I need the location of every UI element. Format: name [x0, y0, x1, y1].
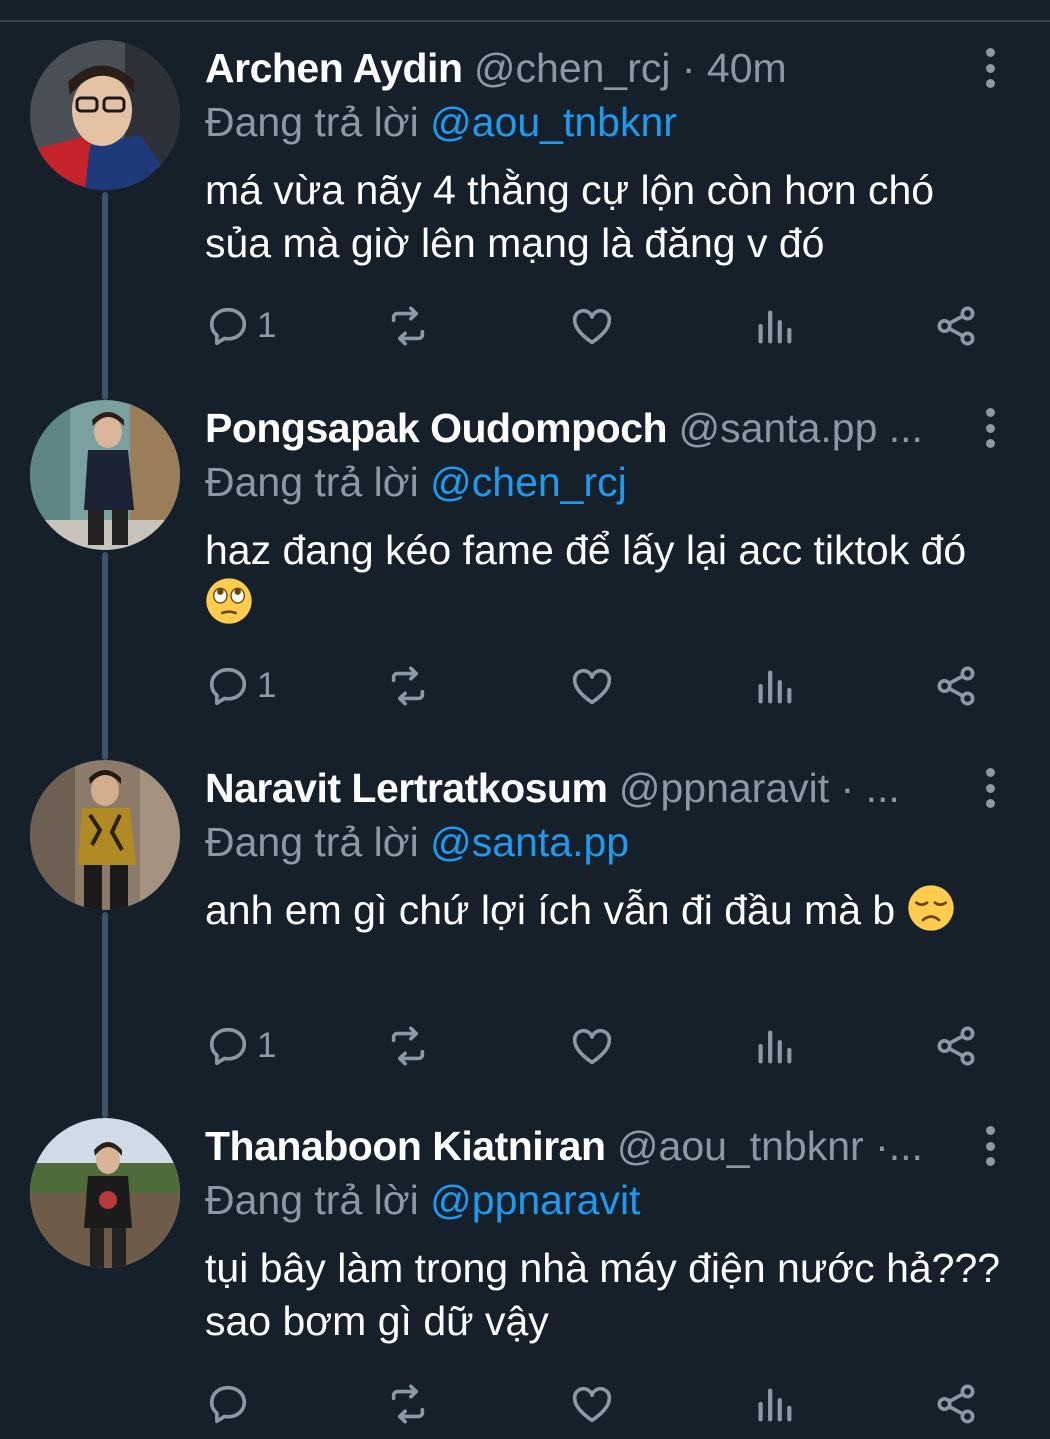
- views-button[interactable]: [751, 658, 797, 714]
- views-button[interactable]: [751, 1018, 797, 1074]
- reply-count: 1: [257, 306, 277, 345]
- like-button[interactable]: [569, 1376, 615, 1432]
- share-icon: [937, 306, 975, 346]
- views-icon: [758, 310, 792, 344]
- replying-to-label: Đang trả lời: [205, 459, 419, 505]
- top-divider: [0, 20, 1050, 22]
- retweet-button[interactable]: [385, 1376, 431, 1432]
- display-name[interactable]: Naravit Lertratkosum: [205, 765, 608, 811]
- share-button[interactable]: [933, 1018, 979, 1074]
- like-button[interactable]: [569, 298, 615, 354]
- more-icon[interactable]: [970, 766, 1010, 810]
- reply-button[interactable]: 1: [205, 298, 276, 354]
- views-button[interactable]: [751, 1376, 797, 1432]
- retweet-icon: [391, 1384, 425, 1424]
- like-icon: [572, 1028, 612, 1065]
- like-icon: [572, 308, 612, 345]
- share-icon: [937, 1026, 975, 1066]
- tweet-header: Pongsapak Oudompoch @santa.pp ...: [205, 400, 965, 456]
- retweet-button[interactable]: [385, 298, 431, 354]
- views-icon: [758, 670, 792, 704]
- tweet[interactable]: Thanaboon Kiatniran @aou_tnbknr ·... Đan…: [0, 1118, 1050, 1439]
- action-bar: 1: [205, 1018, 995, 1078]
- tweet-text: tụi bây làm trong nhà máy điện nước hả??…: [205, 1242, 1005, 1348]
- more-icon[interactable]: [970, 406, 1010, 450]
- action-bar: 1: [205, 658, 995, 718]
- tweet[interactable]: Naravit Lertratkosum @ppnaravit · ... Đa…: [0, 760, 1050, 1090]
- avatar[interactable]: [30, 40, 180, 190]
- reply-icon: [209, 1027, 247, 1066]
- reply-button[interactable]: 1: [205, 658, 276, 714]
- retweet-icon: [391, 1026, 425, 1066]
- like-button[interactable]: [569, 658, 615, 714]
- retweet-icon: [391, 666, 425, 706]
- like-icon: [572, 668, 612, 705]
- retweet-button[interactable]: [385, 1018, 431, 1074]
- like-icon: [572, 1386, 612, 1423]
- action-bar: 1: [205, 298, 995, 358]
- tweet-text: má vừa nãy 4 thằng cự lộn còn hơn chó sủ…: [205, 164, 1005, 270]
- display-name[interactable]: Archen Aydin: [205, 45, 463, 91]
- more-icon[interactable]: [970, 1124, 1010, 1168]
- display-name[interactable]: Thanaboon Kiatniran: [205, 1123, 606, 1169]
- views-button[interactable]: [751, 298, 797, 354]
- disappointed-face-emoji: [907, 885, 954, 931]
- replying-to: Đang trả lời @aou_tnbknr: [205, 94, 677, 150]
- share-icon: [937, 666, 975, 706]
- share-button[interactable]: [933, 658, 979, 714]
- replying-to-link[interactable]: @ppnaravit: [430, 1177, 640, 1223]
- replying-to-label: Đang trả lời: [205, 99, 419, 145]
- display-name[interactable]: Pongsapak Oudompoch: [205, 405, 668, 451]
- retweet-button[interactable]: [385, 658, 431, 714]
- avatar[interactable]: [30, 1118, 180, 1268]
- retweet-icon: [391, 306, 425, 346]
- replying-to: Đang trả lời @chen_rcj: [205, 454, 627, 510]
- reply-icon: [209, 307, 247, 346]
- tweet[interactable]: Pongsapak Oudompoch @santa.pp ... Đang t…: [0, 400, 1050, 730]
- replying-to: Đang trả lời @ppnaravit: [205, 1172, 640, 1228]
- reply-count: 1: [257, 666, 277, 705]
- tweet[interactable]: Archen Aydin @chen_rcj · 40m Đang trả lờ…: [0, 40, 1050, 370]
- avatar[interactable]: [30, 760, 180, 910]
- tweet-text-content: má vừa nãy 4 thằng cự lộn còn hơn chó sủ…: [205, 167, 935, 266]
- replying-to-link[interactable]: @aou_tnbknr: [430, 99, 677, 145]
- tweet-text-content: anh em gì chứ lợi ích vẫn đi đầu mà b: [205, 887, 896, 933]
- action-bar: [205, 1376, 995, 1436]
- face-with-rolling-eyes-emoji: [206, 578, 252, 624]
- handle-and-time[interactable]: @ppnaravit · ...: [619, 765, 900, 811]
- replying-to-label: Đang trả lời: [205, 819, 419, 865]
- handle-and-time[interactable]: @chen_rcj · 40m: [474, 45, 787, 91]
- reply-button[interactable]: [205, 1376, 257, 1432]
- tweet-header: Naravit Lertratkosum @ppnaravit · ...: [205, 760, 965, 816]
- tweet-header: Thanaboon Kiatniran @aou_tnbknr ·...: [205, 1118, 965, 1174]
- tweet-text-content: haz đang kéo fame để lấy lại acc tiktok …: [205, 527, 967, 573]
- views-icon: [758, 1388, 792, 1422]
- views-icon: [758, 1030, 792, 1064]
- share-button[interactable]: [933, 298, 979, 354]
- like-button[interactable]: [569, 1018, 615, 1074]
- reply-button[interactable]: 1: [205, 1018, 276, 1074]
- share-button[interactable]: [933, 1376, 979, 1432]
- replying-to-label: Đang trả lời: [205, 1177, 419, 1223]
- avatar[interactable]: [30, 400, 180, 550]
- reply-icon: [209, 667, 247, 706]
- replying-to: Đang trả lời @santa.pp: [205, 814, 629, 870]
- share-icon: [937, 1384, 975, 1424]
- reply-count: 1: [257, 1026, 277, 1065]
- tweet-text-content: tụi bây làm trong nhà máy điện nước hả??…: [205, 1245, 1001, 1344]
- reply-icon: [209, 1385, 247, 1424]
- tweet-text: haz đang kéo fame để lấy lại acc tiktok …: [205, 524, 1005, 630]
- handle-and-time[interactable]: @aou_tnbknr ·...: [617, 1123, 923, 1169]
- more-icon[interactable]: [970, 46, 1010, 90]
- tweet-header: Archen Aydin @chen_rcj · 40m: [205, 40, 965, 96]
- tweet-text: anh em gì chứ lợi ích vẫn đi đầu mà b: [205, 884, 1005, 937]
- replying-to-link[interactable]: @santa.pp: [430, 819, 629, 865]
- handle-and-time[interactable]: @santa.pp ...: [678, 405, 922, 451]
- replying-to-link[interactable]: @chen_rcj: [430, 459, 627, 505]
